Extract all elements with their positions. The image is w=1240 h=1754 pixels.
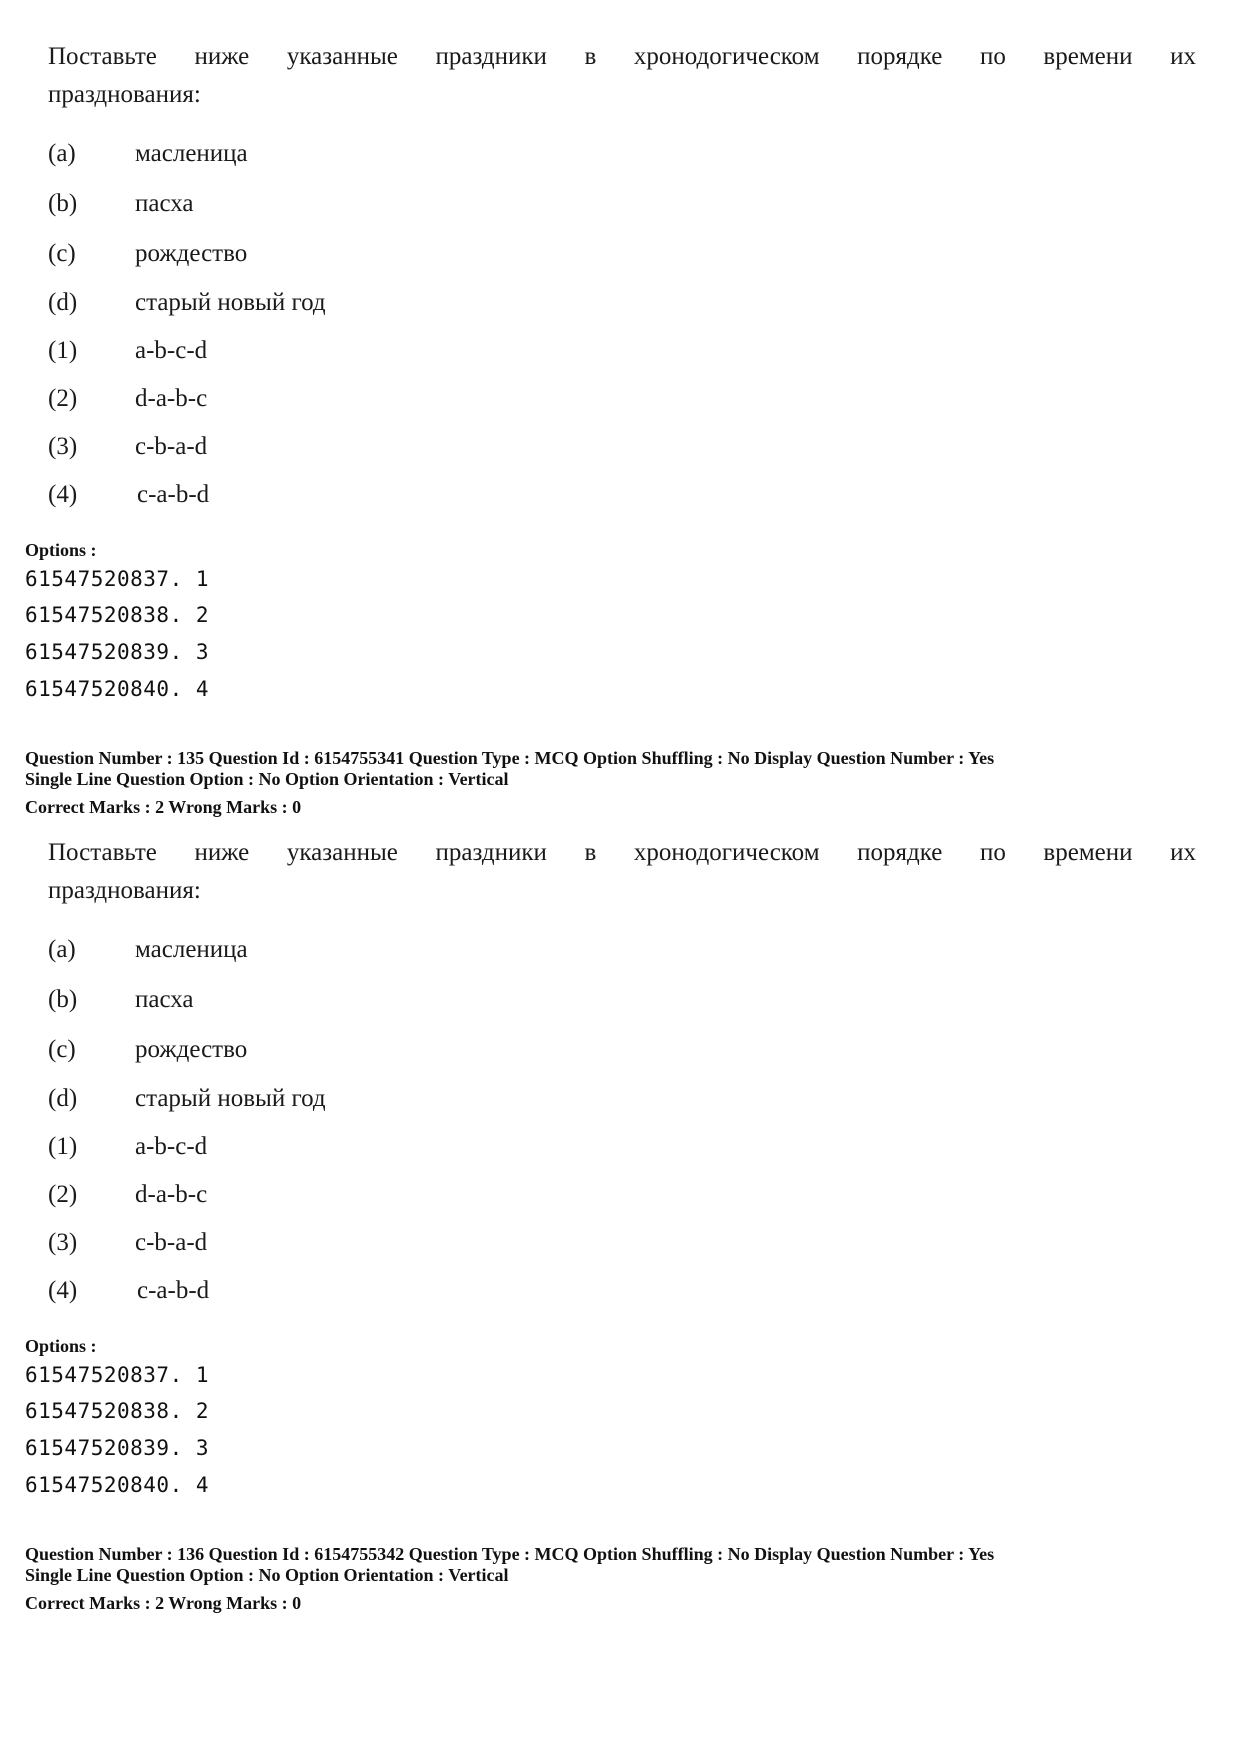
question-meta-line: Single Line Question Option : No Option …	[25, 1565, 509, 1585]
question-meta-line: Single Line Question Option : No Option …	[25, 769, 509, 789]
question-text: Поставьте ниже указанные праздники в хро…	[48, 834, 1196, 910]
question-meta-line: Question Number : 135 Question Id : 6154…	[25, 748, 995, 768]
marks-line: Correct Marks : 2 Wrong Marks : 0	[25, 1593, 302, 1613]
options-heading: Options :	[25, 1336, 97, 1356]
question-line-1: Поставьте ниже указанные праздники в хро…	[48, 43, 1196, 70]
question-line-2: празднования:	[48, 877, 201, 904]
option-id: 61547520840. 4	[25, 677, 210, 701]
option-id: 61547520838. 2	[25, 603, 210, 627]
question-meta-line: Question Number : 136 Question Id : 6154…	[25, 1544, 995, 1564]
marks-line: Correct Marks : 2 Wrong Marks : 0	[25, 797, 302, 817]
option-id: 61547520839. 3	[25, 640, 210, 664]
option-id: 61547520840. 4	[25, 1473, 210, 1497]
option-id: 61547520839. 3	[25, 1436, 210, 1460]
option-id: 61547520838. 2	[25, 1399, 210, 1423]
option-id: 61547520837. 1	[25, 567, 210, 591]
options-heading: Options :	[25, 540, 97, 560]
question-line-1: Поставьте ниже указанные праздники в хро…	[48, 839, 1196, 866]
question-text: Поставьте ниже указанные праздники в хро…	[48, 38, 1196, 114]
option-id: 61547520837. 1	[25, 1363, 210, 1387]
question-line-2: празднования:	[48, 81, 201, 108]
